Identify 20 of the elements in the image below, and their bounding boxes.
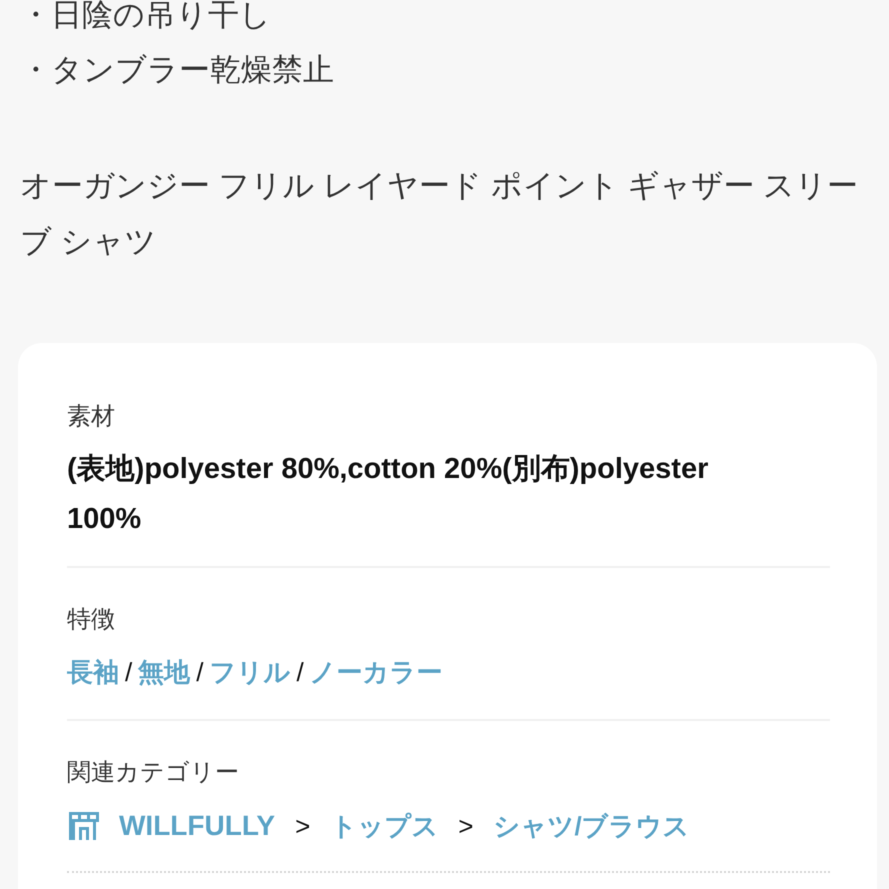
section-label: 素材 [67,402,116,432]
care-instruction: ・タンブラー乾燥禁止 [20,51,335,89]
category-link[interactable]: ノーカラー [310,647,443,697]
separator-text: / [296,656,304,689]
store-icon [67,810,101,842]
separator-text: / [196,656,204,689]
category-link[interactable]: 無地 [138,647,190,697]
category-link[interactable]: シャツ/ブラウス [493,801,690,851]
care-instruction: ・日陰の吊り干し [20,0,272,34]
separator-text: / [125,656,132,689]
material-value: (表地)polyester 80%,cotton 20%(別布)polyester 100% [67,452,710,537]
shop-link[interactable]: WILLFULLY [119,801,276,851]
category-link[interactable]: 長袖 [67,647,119,697]
separator-text: > [458,810,474,843]
section-label: 関連カテゴリー [67,758,240,788]
product-name: オーガンジー フリル レイヤード ポイント ギャザー スリーブ シャツ [19,167,860,261]
category-link[interactable]: フリル [209,647,290,697]
category-link[interactable]: トップス [330,801,438,851]
separator-text: > [295,810,310,843]
section-label: 特徴 [67,605,116,635]
